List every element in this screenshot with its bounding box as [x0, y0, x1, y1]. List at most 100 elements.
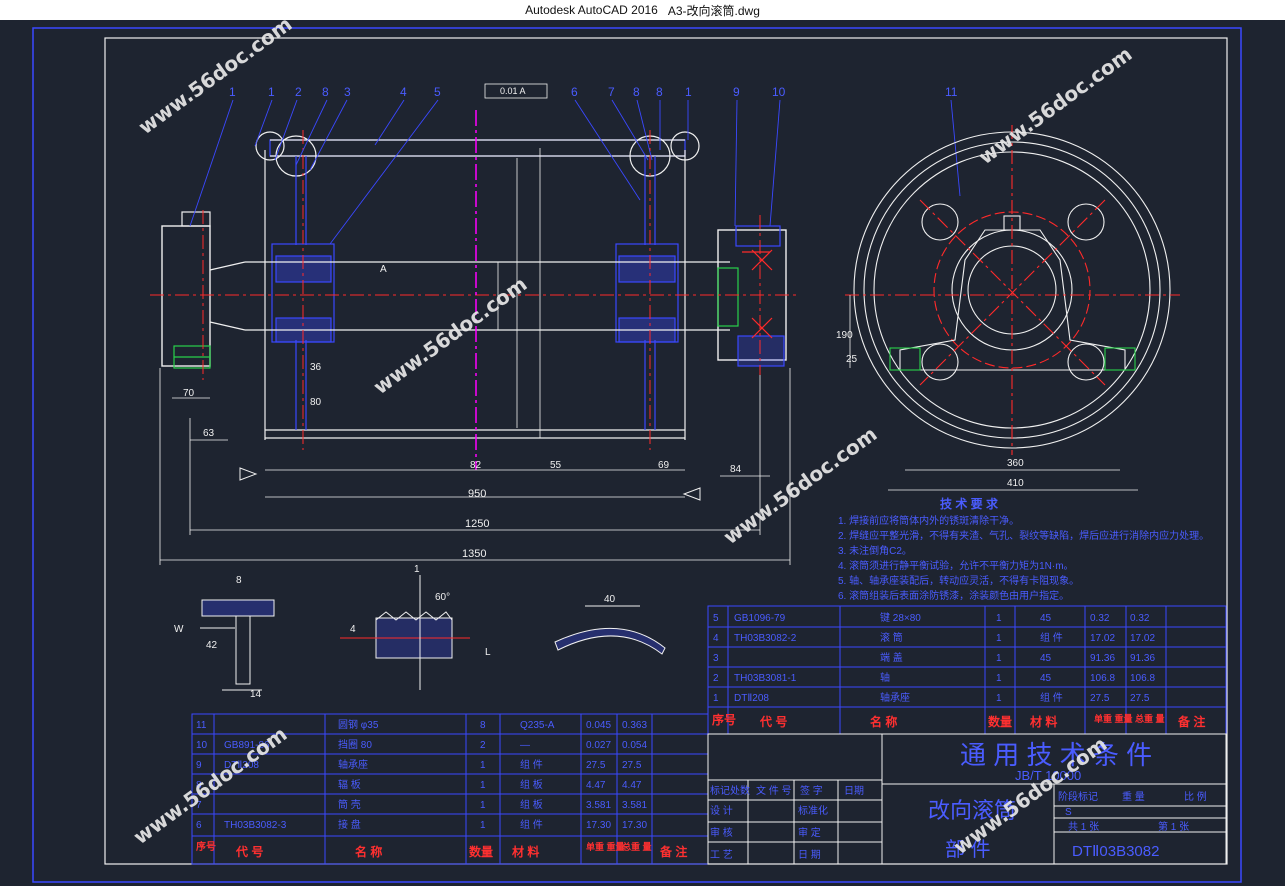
svg-text:名 称: 名 称	[355, 844, 382, 859]
cad-drawing[interactable]: 70 63 36 80 82 55 69 84 950 1250 1350 A …	[0, 20, 1285, 886]
bom-cell-total: 0.363	[622, 720, 647, 731]
bom-cell-name: 轴承座	[338, 758, 368, 771]
svg-text:9: 9	[733, 85, 740, 99]
tech-req-title: 技 术 要 求	[940, 496, 999, 511]
bom-cell-qty: 1	[996, 653, 1002, 664]
bom-cell-no: 6	[196, 820, 202, 831]
svg-text:4: 4	[400, 85, 407, 99]
bom-cell-code: DTⅡ208	[734, 693, 769, 704]
bom-cell-qty: 1	[996, 673, 1002, 684]
bom-cell-mat: 组 件	[520, 758, 543, 771]
bom-cell-code: TH03B3081-1	[734, 673, 797, 684]
drum-shell-top	[269, 139, 686, 157]
bom-cell-qty: 1	[996, 693, 1002, 704]
svg-text:名 称: 名 称	[870, 714, 897, 729]
bom-cell-total: 27.5	[1130, 693, 1150, 704]
svg-text:总重 量: 总重 量	[622, 841, 652, 852]
bom-cell-mat: Q235-A	[520, 720, 555, 731]
bom-cell-qty: 8	[480, 720, 486, 731]
bom-cell-no: 11	[196, 720, 207, 731]
bom-lower-header: 序号 代 号 名 称 数量 材 料 单重 重量 总重 量 备 注	[196, 840, 687, 859]
svg-text:总重 量: 总重 量	[1135, 713, 1165, 724]
bom-cell-total: 91.36	[1130, 653, 1155, 664]
center-lines	[150, 130, 800, 450]
tech-requirements: 1. 焊接前应将筒体内外的锈斑清除干净。 2. 焊缝应平整光滑，不得有夹渣、气孔…	[838, 514, 1209, 602]
bom-cell-total: 0.054	[622, 740, 647, 751]
bom-cell-total: 0.32	[1130, 613, 1150, 624]
bom-cell-mat: 45	[1040, 613, 1052, 624]
svg-text:L: L	[485, 647, 491, 658]
dim-190: 190	[836, 330, 853, 341]
svg-text:单重 重量: 单重 重量	[586, 841, 625, 852]
bom-cell-mat: 组 板	[520, 798, 543, 811]
bom-cell-mat: 组 件	[520, 818, 543, 831]
bom-cell-name: 挡圈 80	[338, 738, 372, 751]
dim-36: 36	[310, 362, 322, 373]
svg-text:工 艺: 工 艺	[710, 849, 733, 861]
bom-cell-total: 3.581	[622, 800, 647, 811]
bom-cell-qty: 1	[996, 613, 1002, 624]
svg-text:数量: 数量	[988, 714, 1012, 729]
dim-55: 55	[550, 460, 562, 471]
svg-text:单重 重量: 单重 重量	[1094, 713, 1133, 724]
dim-80: 80	[310, 397, 322, 408]
bom-cell-unit: 91.36	[1090, 653, 1115, 664]
svg-text:8: 8	[236, 575, 242, 586]
svg-text:40: 40	[604, 594, 616, 605]
svg-text:60°: 60°	[435, 592, 450, 603]
dim-84: 84	[730, 464, 742, 475]
bom-cell-mat: 组 板	[520, 778, 543, 791]
svg-text:2: 2	[295, 85, 302, 99]
bom-cell-unit: 0.027	[586, 740, 611, 751]
app-name: Autodesk AutoCAD 2016	[525, 3, 658, 17]
svg-text:W: W	[174, 624, 184, 635]
bom-cell-total: 106.8	[1130, 673, 1155, 684]
svg-text:3. 未注倒角C2。: 3. 未注倒角C2。	[838, 544, 912, 557]
svg-text:日期: 日期	[844, 785, 864, 797]
bom-cell-qty: 2	[480, 740, 486, 751]
tolerance-frame: 0.01 A	[500, 86, 526, 96]
bom-cell-mat: 组 件	[1040, 631, 1063, 644]
bom-cell-name: 辐 板	[338, 778, 361, 791]
svg-text:重 量: 重 量	[1122, 790, 1145, 803]
svg-text:1: 1	[685, 85, 692, 99]
bom-cell-unit: 0.32	[1090, 613, 1110, 624]
bom-cell-name: 端 盖	[880, 651, 903, 664]
dim-410: 410	[1007, 478, 1024, 489]
detail-views	[200, 575, 666, 691]
bom-cell-name: 滚 筒	[880, 631, 903, 644]
bom-cell-mat: 45	[1040, 673, 1052, 684]
svg-text:42: 42	[206, 640, 218, 651]
bom-cell-qty: 1	[996, 633, 1002, 644]
svg-text:4: 4	[350, 624, 356, 635]
watermark: www.56doc.com	[719, 422, 882, 549]
drawing-number: DTⅡ03B3082	[1072, 843, 1159, 860]
drawing-canvas[interactable]: 70 63 36 80 82 55 69 84 950 1250 1350 A …	[0, 20, 1285, 886]
bom-cell-name: 接 盘	[338, 818, 361, 831]
bom-cell-unit: 106.8	[1090, 673, 1115, 684]
svg-text:7: 7	[608, 85, 615, 99]
bom-cell-total: 17.30	[622, 820, 647, 831]
svg-text:8: 8	[633, 85, 640, 99]
svg-text:设 计: 设 计	[710, 804, 733, 817]
dim-82: 82	[470, 460, 482, 471]
window-title-bar: Autodesk AutoCAD 2016 A3-改向滚筒.dwg	[0, 0, 1285, 20]
svg-text:1. 焊接前应将筒体内外的锈斑清除干净。: 1. 焊接前应将筒体内外的锈斑清除干净。	[838, 514, 1019, 527]
bom-cell-mat: 45	[1040, 653, 1052, 664]
svg-text:签 字: 签 字	[800, 784, 823, 797]
svg-text:审 核: 审 核	[710, 826, 733, 839]
watermark: www.56doc.com	[974, 42, 1137, 169]
dim-1250: 1250	[465, 518, 489, 530]
dim-25: 25	[846, 354, 858, 365]
dim-69: 69	[658, 460, 670, 471]
bom-cell-unit: 0.045	[586, 720, 611, 731]
bom-cell-unit: 3.581	[586, 800, 611, 811]
svg-text:审 定: 审 定	[798, 826, 821, 839]
dim-360: 360	[1007, 458, 1024, 469]
svg-text:第 1 张: 第 1 张	[1158, 820, 1189, 833]
svg-text:1: 1	[414, 564, 420, 575]
bom-cell-qty: 1	[480, 760, 486, 771]
dim-950: 950	[468, 488, 486, 500]
svg-text:5. 轴、轴承座装配后，转动应灵活，不得有卡阻现象。: 5. 轴、轴承座装配后，转动应灵活，不得有卡阻现象。	[838, 574, 1079, 587]
svg-text:14: 14	[250, 689, 262, 700]
